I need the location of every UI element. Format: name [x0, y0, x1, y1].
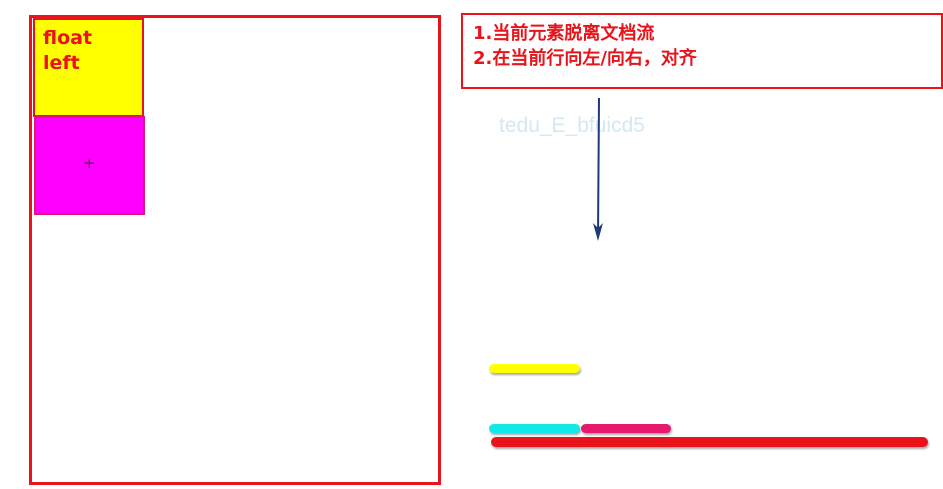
down-arrow-icon	[593, 97, 603, 241]
note-line-1: 1.当前元素脱离文档流	[473, 23, 655, 44]
red-baseline-bar	[491, 437, 928, 447]
note-line-2: 2.在当前行向左/向右，对齐	[473, 48, 697, 69]
pink-bar	[581, 424, 671, 433]
float-notes-box: 1.当前元素脱离文档流 2.在当前行向左/向右，对齐	[461, 13, 943, 89]
watermark-text: tedu_E_bfuicd5	[499, 114, 645, 137]
float-left-label: float left	[43, 27, 93, 74]
crosshair-cursor-icon: +	[83, 154, 96, 172]
following-block: +	[34, 116, 145, 215]
cyan-bar	[489, 424, 580, 433]
float-left-block: float left	[33, 18, 144, 117]
yellow-bar	[489, 364, 580, 373]
